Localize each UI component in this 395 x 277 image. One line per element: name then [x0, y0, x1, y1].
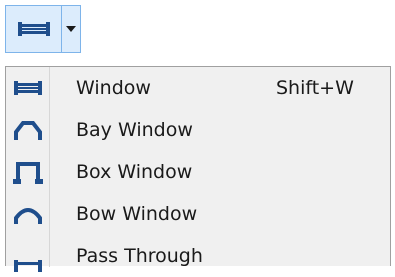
window-type-menu: Window Shift+W Bay Window Box Window Bow…: [5, 66, 391, 272]
box-window-icon: [13, 162, 43, 184]
menu-item-label: Bay Window: [76, 119, 193, 141]
menu-item-box-window[interactable]: Box Window: [6, 151, 390, 193]
pass-through-icon: [14, 260, 42, 272]
window-icon: [17, 22, 50, 36]
window-icon: [14, 81, 42, 95]
menu-item-label: Pass Through: [76, 245, 203, 267]
menu-item-label: Box Window: [76, 161, 193, 183]
window-tool-button[interactable]: [6, 6, 61, 52]
window-tool-dropdown-button[interactable]: [62, 6, 80, 52]
menu-item-bay-window[interactable]: Bay Window: [6, 109, 390, 151]
chevron-down-icon: [66, 26, 76, 32]
menu-item-label: Bow Window: [76, 203, 198, 225]
window-tool-split-button[interactable]: [5, 5, 81, 53]
toolbar: [0, 0, 395, 64]
menu-item-label: Window: [76, 77, 151, 99]
menu-item-pass-through[interactable]: Pass Through: [6, 235, 390, 277]
menu-item-bow-window[interactable]: Bow Window: [6, 193, 390, 235]
menu-item-shortcut: Shift+W: [276, 77, 354, 99]
bow-window-icon: [14, 208, 42, 224]
bay-window-icon: [14, 121, 42, 140]
menu-item-window[interactable]: Window Shift+W: [6, 67, 390, 109]
